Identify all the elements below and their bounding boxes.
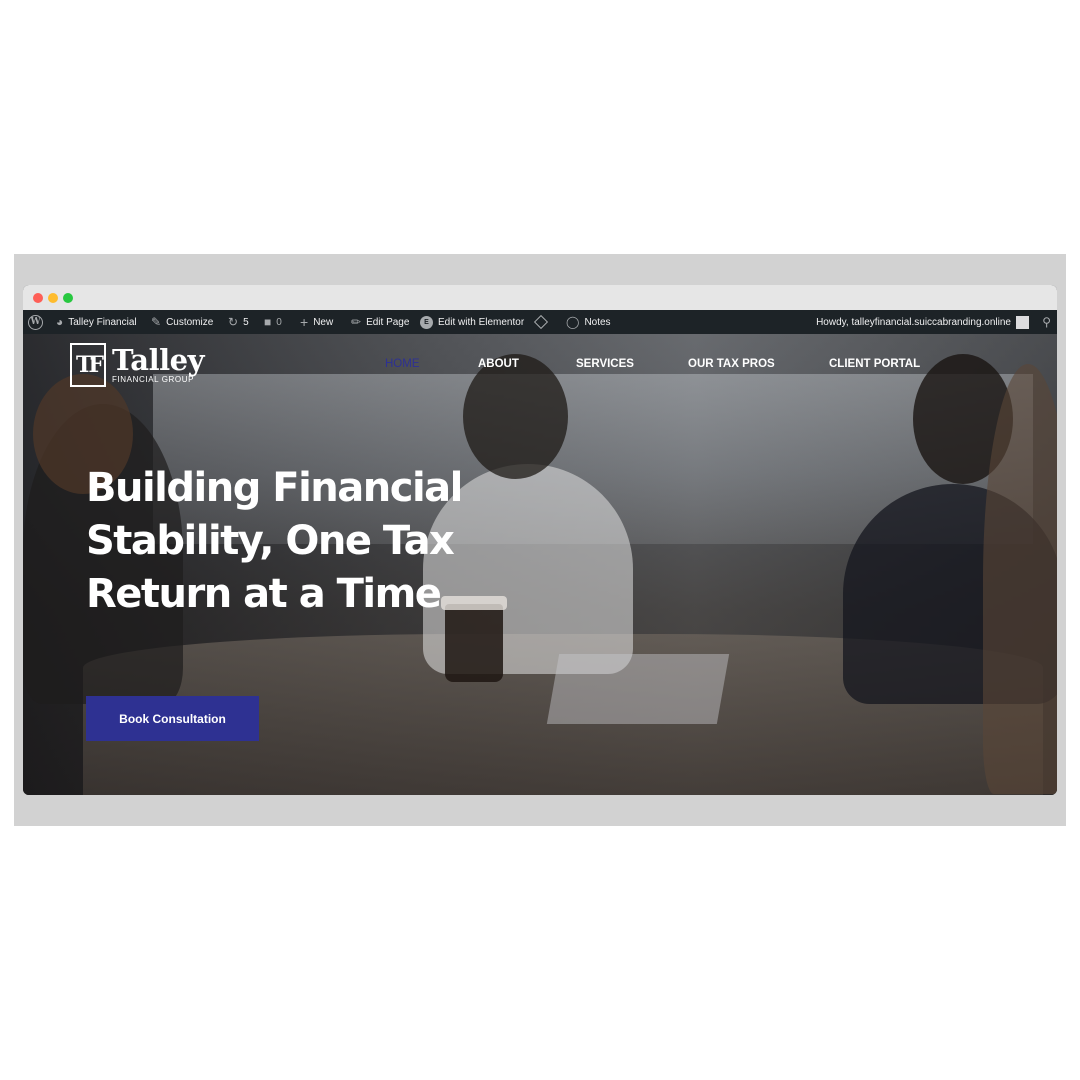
- browser-titlebar: [23, 285, 1057, 310]
- plus-icon: +: [300, 314, 309, 330]
- nav-our-tax-pros[interactable]: OUR TAX PROS: [688, 358, 775, 370]
- updates-icon: ↻: [228, 315, 239, 329]
- wordpress-icon: W: [28, 314, 43, 330]
- pencil-icon: ✏: [351, 315, 362, 329]
- browser-window: W ◕ Talley Financial ✎ Customize ↻ 5 ■ 0…: [23, 285, 1057, 795]
- admin-bar-new[interactable]: + New: [300, 310, 333, 334]
- main-nav: HOME ABOUT SERVICES OUR TAX PROS CLIENT …: [23, 358, 1057, 374]
- admin-bar-edit-page[interactable]: ✏ Edit Page: [351, 310, 409, 334]
- admin-bar-account[interactable]: Howdy, talleyfinancial.suiccabranding.on…: [816, 310, 1029, 334]
- elementor-icon: E: [420, 315, 433, 329]
- wp-logo-menu[interactable]: W: [28, 310, 43, 334]
- nav-about[interactable]: ABOUT: [478, 358, 519, 370]
- minimize-window-button[interactable]: [48, 293, 58, 303]
- logo-subtitle: FINANCIAL GROUP: [112, 375, 195, 384]
- hero-laptop: [546, 654, 730, 724]
- admin-bar-diamond[interactable]: [533, 310, 549, 334]
- hero-section: TF Talley FINANCIAL GROUP HOME ABOUT SER…: [23, 334, 1057, 795]
- nav-client-portal[interactable]: CLIENT PORTAL: [829, 358, 920, 370]
- book-consultation-button[interactable]: Book Consultation: [86, 696, 259, 741]
- hero-heading: Building Financial Stability, One Tax Re…: [86, 465, 463, 617]
- admin-bar-site-name[interactable]: ◕ Talley Financial: [56, 310, 137, 334]
- nav-services[interactable]: SERVICES: [576, 358, 634, 370]
- maximize-window-button[interactable]: [63, 293, 73, 303]
- avatar: [1016, 315, 1029, 329]
- wp-admin-bar: W ◕ Talley Financial ✎ Customize ↻ 5 ■ 0…: [23, 310, 1057, 334]
- diamond-icon: [533, 314, 549, 330]
- admin-bar-edit-elementor[interactable]: E Edit with Elementor: [420, 310, 524, 334]
- paintbrush-icon: ✎: [151, 315, 162, 329]
- admin-bar-customize[interactable]: ✎ Customize: [151, 310, 213, 334]
- speech-bubble-icon: ◯: [566, 315, 580, 329]
- dashboard-icon: ◕: [56, 315, 64, 329]
- admin-bar-comments[interactable]: ■ 0: [264, 310, 282, 334]
- admin-bar-notes[interactable]: ◯ Notes: [566, 310, 611, 334]
- close-window-button[interactable]: [33, 293, 43, 303]
- admin-bar-search[interactable]: ⚲: [1042, 310, 1051, 334]
- search-icon: ⚲: [1042, 315, 1051, 329]
- admin-bar-updates[interactable]: ↻ 5: [228, 310, 249, 334]
- nav-home[interactable]: HOME: [385, 358, 420, 370]
- comment-icon: ■: [264, 315, 272, 329]
